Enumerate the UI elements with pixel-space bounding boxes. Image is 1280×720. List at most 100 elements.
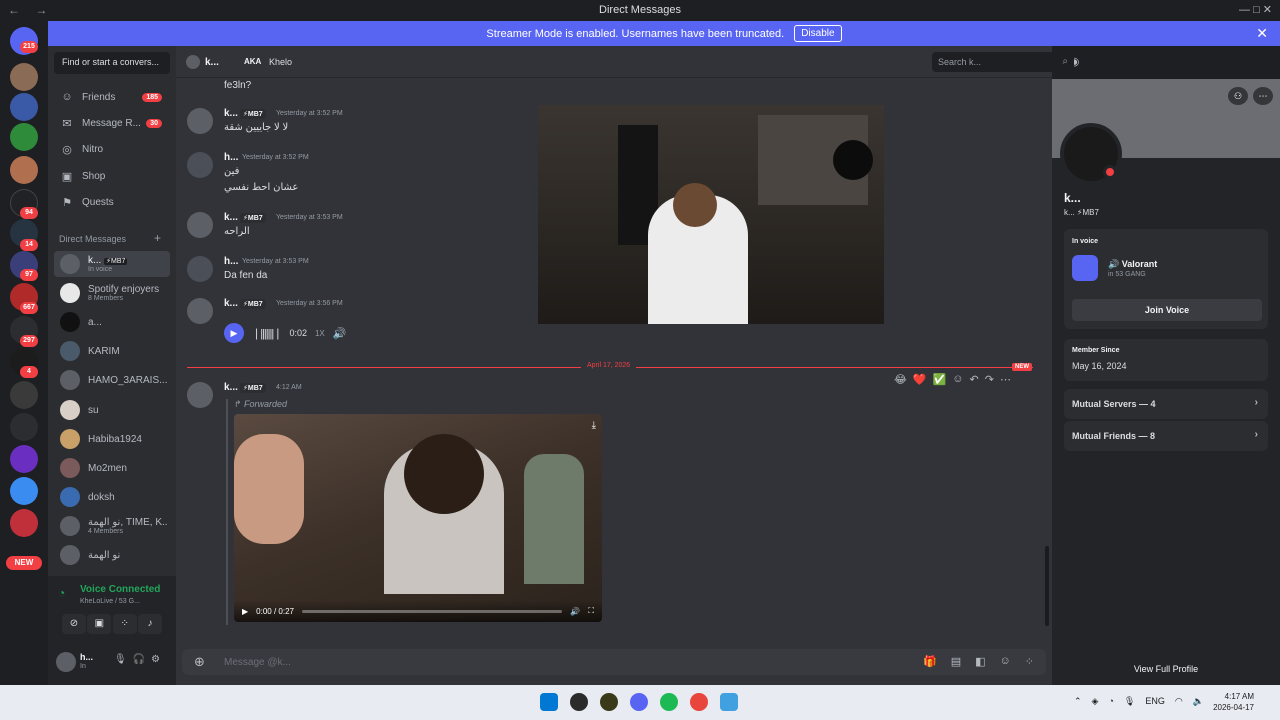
- dm-item[interactable]: k... ⚡MB7 In voice: [54, 251, 170, 277]
- more-icon[interactable]: ⋯: [1000, 373, 1011, 386]
- server-icon[interactable]: [10, 381, 38, 409]
- headphones-icon[interactable]: 🎧: [133, 654, 145, 665]
- microphone-icon[interactable]: 🎙: [1124, 696, 1135, 707]
- sticker-icon[interactable]: ◧: [975, 655, 985, 668]
- volume-icon[interactable]: 🔊: [333, 327, 347, 340]
- nav-shop[interactable]: ▣ Shop: [54, 165, 170, 187]
- message-author[interactable]: k...: [224, 298, 238, 309]
- camera-off-icon[interactable]: ⊘: [62, 614, 86, 634]
- app-icon[interactable]: [570, 693, 588, 711]
- dm-item[interactable]: su: [54, 397, 170, 423]
- reaction-heart-icon[interactable]: ❤️: [913, 373, 927, 386]
- mutual-servers-row[interactable]: Mutual Servers — 4 ›: [1064, 389, 1268, 419]
- nav-quests[interactable]: ⚑ Quests: [54, 191, 170, 213]
- image-attachment[interactable]: [538, 105, 884, 324]
- avatar[interactable]: [56, 652, 76, 672]
- nav-friends[interactable]: ☺ Friends 185: [54, 86, 170, 108]
- avatar[interactable]: [187, 212, 213, 238]
- video-progress[interactable]: [301, 609, 563, 613]
- dm-item[interactable]: Spotify enjoyers 8 Members: [54, 280, 170, 306]
- windows-start-icon[interactable]: [540, 693, 558, 711]
- dm-item[interactable]: doksh: [54, 484, 170, 510]
- dm-item[interactable]: Habiba1924: [54, 426, 170, 452]
- avatar[interactable]: [187, 256, 213, 282]
- tray-icon[interactable]: ◈: [1092, 696, 1099, 707]
- gear-icon[interactable]: ⚙: [151, 654, 160, 665]
- close-icon[interactable]: ✕: [1256, 25, 1268, 42]
- waveform[interactable]: ❘|||||||❘: [252, 327, 282, 340]
- clock[interactable]: 4:17 AM 2026-04-17: [1213, 691, 1254, 713]
- volume-icon[interactable]: 🔈: [1193, 696, 1204, 707]
- language-indicator[interactable]: ENG: [1145, 696, 1165, 707]
- server-icon[interactable]: [10, 93, 38, 121]
- gift-icon[interactable]: 🎁: [923, 655, 937, 668]
- playback-speed-button[interactable]: 1X: [315, 329, 325, 338]
- dm-item[interactable]: HAMO_3ARAIS...: [54, 367, 170, 393]
- server-icon[interactable]: [10, 477, 38, 505]
- nav-message-requests[interactable]: ✉ Message R... 30: [54, 112, 170, 134]
- message-author[interactable]: h...: [224, 256, 238, 267]
- message-input[interactable]: Message @k...: [224, 657, 291, 668]
- dm-item[interactable]: Mo2men: [54, 455, 170, 481]
- app-icon[interactable]: [720, 693, 738, 711]
- add-reaction-icon[interactable]: ☺: [952, 373, 963, 386]
- microphone-icon[interactable]: 🎙: [114, 654, 127, 665]
- avatar[interactable]: [187, 108, 213, 134]
- play-icon[interactable]: ▶: [242, 607, 248, 616]
- spotify-icon[interactable]: [660, 693, 678, 711]
- message-author[interactable]: h...: [224, 152, 238, 163]
- new-servers-pill[interactable]: NEW: [6, 556, 42, 570]
- server-icon[interactable]: [10, 413, 38, 441]
- play-icon[interactable]: ▶: [224, 323, 244, 343]
- server-icon[interactable]: [10, 63, 38, 91]
- join-voice-button[interactable]: Join Voice: [1072, 299, 1262, 321]
- reaction-laugh-icon[interactable]: 😂: [894, 373, 907, 386]
- reply-icon[interactable]: ↶: [970, 373, 979, 386]
- message-author[interactable]: k...: [224, 382, 238, 393]
- tray-icon[interactable]: ◔: [1108, 696, 1113, 707]
- dm-item[interactable]: نو الهمة: [54, 542, 170, 568]
- reaction-check-icon[interactable]: ✅: [933, 373, 947, 386]
- discord-icon[interactable]: [630, 693, 648, 711]
- chevron-up-icon[interactable]: ⌃: [1074, 696, 1082, 707]
- scrollbar[interactable]: [1045, 546, 1049, 626]
- add-friend-icon[interactable]: ⚇: [1228, 87, 1248, 105]
- avatar[interactable]: [187, 152, 213, 178]
- apps-icon[interactable]: ⁘: [1025, 655, 1034, 668]
- nav-nitro[interactable]: ◎ Nitro: [54, 138, 170, 160]
- app-icon[interactable]: [600, 693, 618, 711]
- download-icon[interactable]: ⤓: [592, 420, 596, 431]
- message-author[interactable]: k...: [224, 108, 238, 119]
- gif-icon[interactable]: ▤: [951, 655, 961, 668]
- video-attachment[interactable]: ⤓ ▶ 0:00 / 0:27 🔊 ⛶: [234, 414, 602, 622]
- server-icon[interactable]: [10, 156, 38, 184]
- create-dm-plus-icon[interactable]: +: [154, 231, 161, 245]
- server-icon[interactable]: [10, 509, 38, 537]
- attach-plus-icon[interactable]: ⊕: [194, 654, 205, 670]
- search-input[interactable]: Search k... ⌕: [932, 52, 1074, 72]
- emoji-icon[interactable]: ☺: [1000, 655, 1011, 668]
- dm-item[interactable]: a...: [54, 309, 170, 335]
- more-icon[interactable]: ⋯: [1253, 87, 1273, 105]
- find-conversation-button[interactable]: Find or start a convers...: [54, 52, 170, 74]
- wifi-icon[interactable]: ◠: [1175, 696, 1183, 707]
- dm-item[interactable]: KARIM: [54, 338, 170, 364]
- avatar[interactable]: [187, 382, 213, 408]
- fullscreen-icon[interactable]: ⛶: [588, 606, 594, 616]
- avatar[interactable]: [187, 298, 213, 324]
- volume-icon[interactable]: 🔊: [570, 607, 580, 616]
- dm-item[interactable]: نو الهمة, TIME, K... 4 Members: [54, 513, 170, 539]
- server-icon[interactable]: [10, 445, 38, 473]
- window-controls[interactable]: — □ ✕: [1239, 3, 1272, 16]
- chrome-icon[interactable]: [690, 693, 708, 711]
- soundboard-icon[interactable]: ♪: [137, 614, 162, 634]
- message-author[interactable]: k...: [224, 212, 238, 223]
- voice-channel[interactable]: KheLoLive / 53 G...: [80, 598, 140, 605]
- forward-icon[interactable]: ↷: [985, 373, 994, 386]
- view-full-profile-link[interactable]: View Full Profile: [1052, 664, 1280, 674]
- screen-share-icon[interactable]: ▣: [87, 614, 112, 634]
- server-icon[interactable]: [10, 123, 38, 151]
- mutual-friends-row[interactable]: Mutual Friends — 8 ›: [1064, 421, 1268, 451]
- disable-button[interactable]: Disable: [794, 25, 842, 42]
- activities-icon[interactable]: ⁘: [112, 614, 137, 634]
